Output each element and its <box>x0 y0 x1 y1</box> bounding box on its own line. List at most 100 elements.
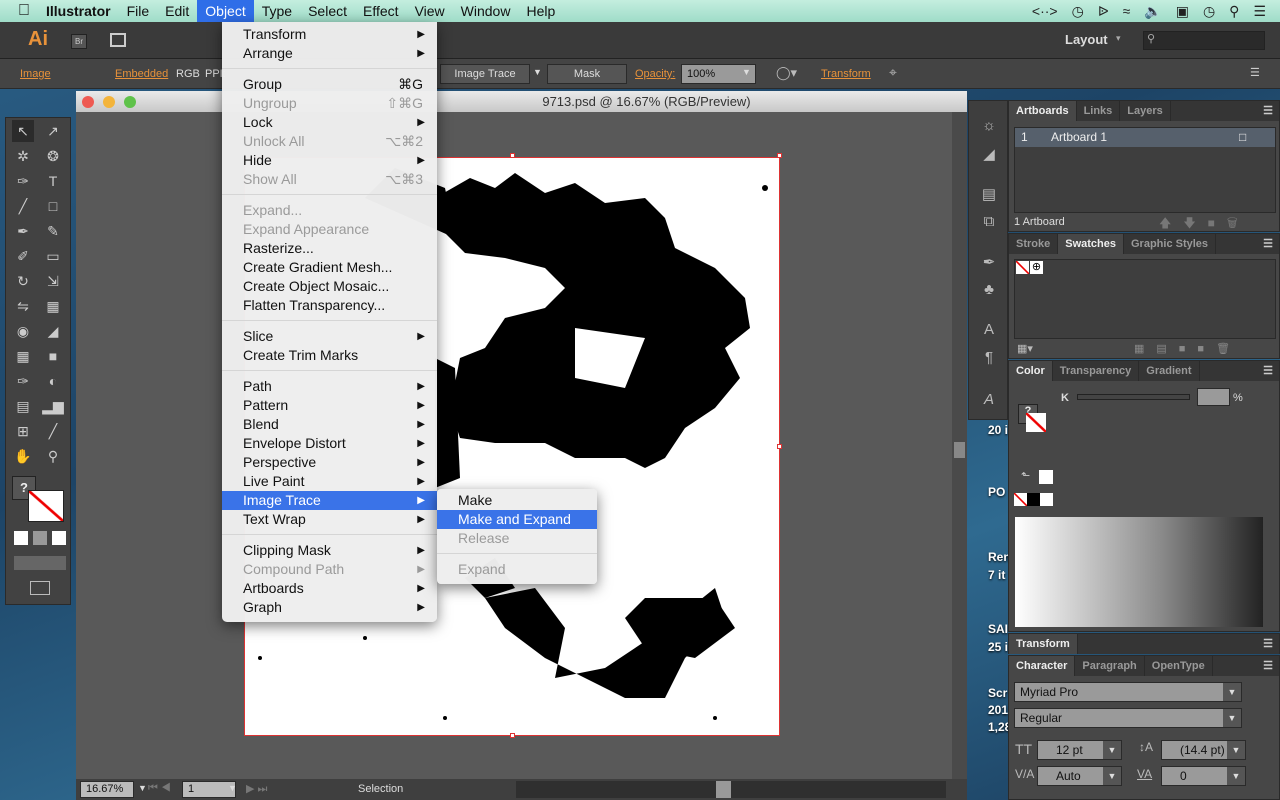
graphic-styles-icon[interactable]: ◢ <box>979 145 999 165</box>
wifi-icon[interactable]: ≈ <box>1123 3 1131 19</box>
tab-paragraph[interactable]: Paragraph <box>1075 656 1145 676</box>
k-value-field[interactable] <box>1197 388 1230 406</box>
direct-selection-tool[interactable]: ↗ <box>42 120 64 142</box>
menu-item-group[interactable]: Group ⌘G <box>222 75 437 94</box>
image-link[interactable]: Image <box>20 68 51 80</box>
leading-field[interactable]: (14.4 pt) ▼ <box>1161 740 1246 760</box>
bridge-button[interactable]: Br <box>71 34 87 49</box>
artboard-handles[interactable] <box>510 153 515 158</box>
panel-menu-icon[interactable]: ☰ <box>1263 234 1279 254</box>
image-trace-button[interactable]: Image Trace <box>440 64 530 84</box>
panel-menu-icon[interactable]: ☰ <box>1263 361 1279 381</box>
pen-tool[interactable]: ✑ <box>12 170 34 192</box>
vertical-scrollbar[interactable] <box>952 112 967 779</box>
menu-item-blend[interactable]: Blend ▶ <box>222 415 437 434</box>
workspace-switcher[interactable]: Layout <box>1065 32 1108 47</box>
menu-item-lock[interactable]: Lock ▶ <box>222 113 437 132</box>
tab-color[interactable]: Color <box>1009 361 1053 381</box>
menu-select[interactable]: Select <box>300 0 355 22</box>
clock-icon[interactable]: ◷ <box>1203 3 1215 20</box>
menu-effect[interactable]: Effect <box>355 0 407 22</box>
tracking-field[interactable]: 0 ▼ <box>1161 766 1246 786</box>
pathfinder-icon[interactable]: ⧉ <box>979 213 999 233</box>
column-graph-tool[interactable]: ▂▆ <box>42 395 64 417</box>
brushes-icon[interactable]: ✒ <box>979 253 999 273</box>
menu-item-envelope-distort[interactable]: Envelope Distort ▶ <box>222 434 437 453</box>
appearance-icon[interactable]: ☼ <box>979 117 999 137</box>
artboard-handles[interactable] <box>777 153 782 158</box>
zoom-level-field[interactable]: 16.67% <box>80 781 134 798</box>
line-tool[interactable]: ╱ <box>12 195 34 217</box>
apple-icon[interactable]:  <box>0 0 38 22</box>
free-transform-tool[interactable]: ▦ <box>42 295 64 317</box>
chevron-down-icon[interactable]: ▼ <box>1103 767 1121 785</box>
font-family-select[interactable]: Myriad Pro ▼ <box>1014 682 1242 702</box>
color-spectrum[interactable] <box>1015 517 1263 627</box>
symbol-sprayer-tool[interactable]: ▤ <box>12 395 34 417</box>
tab-stroke[interactable]: Stroke <box>1009 234 1059 254</box>
menu-item-perspective[interactable]: Perspective ▶ <box>222 453 437 472</box>
menu-item-hide[interactable]: Hide ▶ <box>222 151 437 170</box>
zoom-tool[interactable]: ⚲ <box>42 445 64 467</box>
tab-gradient[interactable]: Gradient <box>1139 361 1200 381</box>
eyedropper-tool[interactable]: ✑ <box>12 370 34 392</box>
code-icon[interactable]: <··> <box>1032 3 1058 19</box>
stroke-swatch[interactable] <box>1026 413 1046 432</box>
image-trace-dropdown[interactable]: ▼ <box>533 67 542 77</box>
transform-link[interactable]: Transform <box>821 68 871 80</box>
artboard-handles[interactable] <box>510 733 515 738</box>
font-size-field[interactable]: 12 pt ▼ <box>1037 740 1122 760</box>
menu-item-make[interactable]: Make <box>437 491 597 510</box>
arrange-documents-icon[interactable] <box>110 33 126 47</box>
battery-icon[interactable]: ▣ <box>1176 3 1189 20</box>
menu-item-image-trace[interactable]: Image Trace ▶ <box>222 491 437 510</box>
menu-item-create-trim-marks[interactable]: Create Trim Marks <box>222 346 437 365</box>
tab-transform[interactable]: Transform <box>1009 634 1078 654</box>
character-styles-icon[interactable]: A <box>979 321 999 341</box>
notifications-icon[interactable]: ☰ <box>1253 3 1266 20</box>
swatch-registration[interactable]: ⊕ <box>1030 261 1043 274</box>
menu-item-rasterize[interactable]: Rasterize... <box>222 239 437 258</box>
volume-icon[interactable]: 🔈 <box>1144 3 1161 20</box>
slice-tool[interactable]: ╱ <box>42 420 64 442</box>
none-swatch[interactable] <box>1014 493 1027 506</box>
paragraph-styles-icon[interactable]: ¶ <box>979 349 999 369</box>
menu-item-path[interactable]: Path ▶ <box>222 377 437 396</box>
chevron-down-icon[interactable]: ▼ <box>1223 683 1241 701</box>
screen-mode-button[interactable] <box>30 581 50 595</box>
menu-item-graph[interactable]: Graph ▶ <box>222 598 437 617</box>
menu-item-flatten-transparency[interactable]: Flatten Transparency... <box>222 296 437 315</box>
isolate-icon[interactable]: ⌖ <box>889 64 897 81</box>
menu-item-live-paint[interactable]: Live Paint ▶ <box>222 472 437 491</box>
tab-swatches[interactable]: Swatches <box>1058 234 1124 254</box>
align-icon[interactable]: ▤ <box>979 185 999 205</box>
hand-tool[interactable]: ✋ <box>12 445 34 467</box>
chevron-down-icon[interactable]: ▼ <box>228 783 237 793</box>
rectangle-tool[interactable]: □ <box>42 195 64 217</box>
chevron-down-icon[interactable]: ▼ <box>1223 709 1241 727</box>
type-tool[interactable]: T <box>42 170 64 192</box>
list-item[interactable]: 1 Artboard 1 □ <box>1015 128 1275 147</box>
scroll-thumb[interactable] <box>716 781 731 798</box>
zoom-button[interactable] <box>124 96 136 108</box>
artboard-tool[interactable]: ⊞ <box>12 420 34 442</box>
menu-file[interactable]: File <box>119 0 158 22</box>
menu-view[interactable]: View <box>407 0 453 22</box>
color-mode-buttons[interactable] <box>14 531 66 545</box>
embedded-link[interactable]: Embedded <box>115 68 168 80</box>
rotate-tool[interactable]: ↻ <box>12 270 34 292</box>
tab-transparency[interactable]: Transparency <box>1053 361 1140 381</box>
shape-builder-tool[interactable]: ◉ <box>12 320 34 342</box>
perspective-grid-tool[interactable]: ◢ <box>42 320 64 342</box>
menu-item-create-object-mosaic[interactable]: Create Object Mosaic... <box>222 277 437 296</box>
kerning-field[interactable]: Auto ▼ <box>1037 766 1122 786</box>
panel-menu-icon[interactable]: ☰ <box>1263 101 1279 121</box>
mesh-tool[interactable]: ▦ <box>12 345 34 367</box>
last-color-swatch[interactable] <box>1039 470 1053 484</box>
time-machine-icon[interactable]: ◷ <box>1072 3 1084 20</box>
selection-tool[interactable]: ↖ <box>12 120 34 142</box>
menu-item-make-and-expand[interactable]: Make and Expand <box>437 510 597 529</box>
menu-help[interactable]: Help <box>518 0 563 22</box>
menu-item-artboards[interactable]: Artboards ▶ <box>222 579 437 598</box>
menu-item-pattern[interactable]: Pattern ▶ <box>222 396 437 415</box>
